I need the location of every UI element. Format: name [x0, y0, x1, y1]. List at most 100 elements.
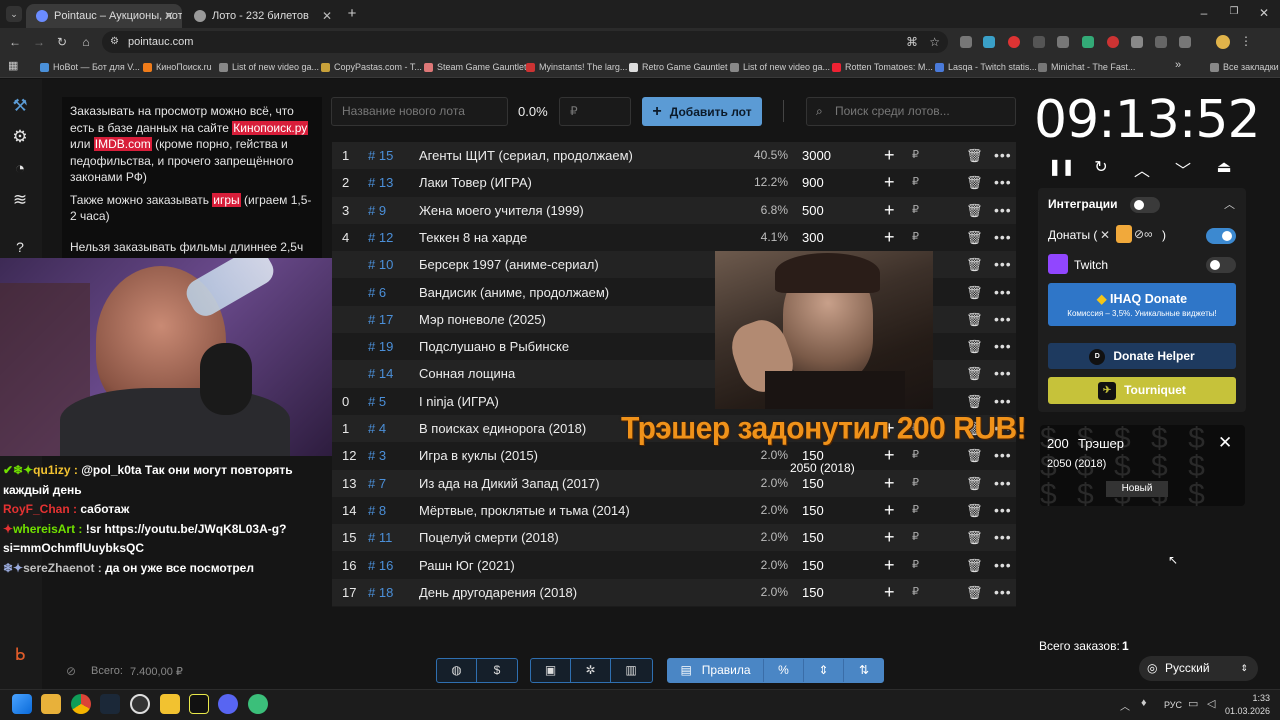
app-icon[interactable]: [248, 694, 268, 714]
tab-loto[interactable]: Лото - 232 билетов ✕: [184, 4, 340, 28]
currency-input[interactable]: ₽: [912, 470, 919, 497]
lot-id[interactable]: # 3: [368, 442, 386, 469]
app-icon[interactable]: [160, 694, 180, 714]
more-options-icon[interactable]: •••: [994, 251, 1012, 278]
currency-input[interactable]: ₽: [912, 197, 919, 224]
currency-input[interactable]: ₽: [912, 497, 919, 524]
lot-amount[interactable]: 300: [802, 224, 824, 251]
lot-title[interactable]: Мёртвые, проклятые и тьма (2014): [419, 497, 630, 524]
lot-title[interactable]: Из ада на Дикий Запад (2017): [419, 470, 600, 497]
currency-input[interactable]: ₽: [912, 579, 919, 606]
lot-id[interactable]: # 8: [368, 497, 386, 524]
lot-amount[interactable]: 150: [802, 497, 824, 524]
lot-title[interactable]: Агенты ЩИТ (сериал, продолжаем): [419, 142, 633, 169]
lot-id[interactable]: # 13: [368, 169, 393, 196]
lot-title[interactable]: Рашн Юг (2021): [419, 552, 515, 579]
delete-icon[interactable]: 🗑: [966, 142, 983, 169]
extension-icon[interactable]: [1008, 36, 1020, 48]
lot-id[interactable]: # 16: [368, 552, 393, 579]
more-options-icon[interactable]: •••: [994, 279, 1012, 306]
lot-row[interactable]: 13 # 7 Из ада на Дикий Запад (2017) 2.0% 150…: [332, 469, 1016, 497]
logo-icon[interactable]: ᖯ: [8, 643, 32, 667]
bookmark-item[interactable]: Retro Game Gauntlet: [629, 60, 728, 74]
lot-title[interactable]: В поисках единорога (2018): [419, 415, 586, 442]
back-icon[interactable]: ←: [8, 35, 22, 49]
lot-id[interactable]: # 18: [368, 579, 393, 606]
delete-icon[interactable]: 🗑: [966, 197, 983, 224]
translate-icon[interactable]: ⌘: [906, 31, 918, 53]
add-amount-icon[interactable]: +: [884, 579, 895, 606]
clock-time[interactable]: 1:33: [1236, 693, 1270, 703]
more-options-icon[interactable]: •••: [994, 306, 1012, 333]
extension-icon[interactable]: [1082, 36, 1094, 48]
percent-toggle-icon[interactable]: %: [764, 659, 804, 682]
bookmarks-overflow-icon[interactable]: »: [1175, 59, 1181, 71]
bookmark-item[interactable]: Steam Game Gauntlet: [424, 60, 527, 74]
imdb-link[interactable]: IMDB.com: [93, 137, 152, 151]
bookmark-item[interactable]: List of new video ga...: [730, 60, 830, 74]
more-options-icon[interactable]: •••: [994, 579, 1012, 606]
close-window-icon[interactable]: ✕: [1256, 6, 1272, 20]
bookmark-star-icon[interactable]: ☆: [929, 31, 940, 53]
add-amount-icon[interactable]: +: [884, 524, 895, 551]
currency-input[interactable]: ₽: [912, 552, 919, 579]
maximize-icon[interactable]: ❐: [1226, 6, 1242, 17]
lot-title[interactable]: Игра в куклы (2015): [419, 442, 538, 469]
donations-toggle[interactable]: [1206, 228, 1236, 244]
all-bookmarks[interactable]: Все закладки: [1210, 60, 1279, 74]
windows-start-icon[interactable]: [12, 694, 32, 714]
new-tab-icon[interactable]: +: [344, 6, 360, 22]
network-icon[interactable]: ▭: [1188, 697, 1198, 710]
chevron-down-icon[interactable]: ﹀: [1171, 157, 1195, 180]
add-amount-icon[interactable]: +: [884, 470, 895, 497]
lot-title[interactable]: Теккен 8 на харде: [419, 224, 527, 251]
auction-hammer-icon[interactable]: ⚒: [8, 94, 32, 118]
lot-id[interactable]: # 12: [368, 224, 393, 251]
bookmark-item[interactable]: CopyPastas.com - T...: [321, 60, 422, 74]
delete-icon[interactable]: 🗑: [966, 251, 983, 278]
currency-input[interactable]: ₽: [912, 524, 919, 551]
lot-id[interactable]: # 15: [368, 142, 393, 169]
lot-amount[interactable]: 3000: [802, 142, 831, 169]
more-options-icon[interactable]: •••: [994, 333, 1012, 360]
bookmark-item[interactable]: Minichat - The Fast...: [1038, 60, 1135, 74]
github-icon[interactable]: ◍: [437, 659, 477, 682]
delete-icon[interactable]: 🗑: [966, 360, 983, 387]
lot-id[interactable]: # 5: [368, 388, 386, 415]
lot-title[interactable]: Мэр поневоле (2025): [419, 306, 546, 333]
tab-pointauc[interactable]: Pointauc – Аукционы, лотереи ✕: [26, 4, 182, 28]
more-options-icon[interactable]: •••: [994, 142, 1012, 169]
delete-icon[interactable]: 🗑: [966, 470, 983, 497]
new-lot-amount-input[interactable]: ₽: [559, 97, 631, 126]
delete-icon[interactable]: 🗑: [966, 497, 983, 524]
lot-title[interactable]: Берсерк 1997 (аниме-сериал): [419, 251, 599, 278]
sort-icon[interactable]: ⇅: [844, 659, 884, 682]
microphone-icon[interactable]: ♦: [1141, 697, 1147, 709]
delete-icon[interactable]: 🗑: [966, 524, 983, 551]
delete-icon[interactable]: 🗑: [966, 333, 983, 360]
extension-icon[interactable]: [1155, 36, 1167, 48]
bookmark-item[interactable]: КиноПоиск.ru: [143, 60, 212, 74]
lot-row[interactable]: 17 # 18 День другодарения (2018) 2.0% 150 + ₽ 🗑…: [332, 578, 1016, 607]
tab-list-icon[interactable]: ⌄: [6, 6, 22, 22]
more-options-icon[interactable]: •••: [994, 360, 1012, 387]
steam-icon[interactable]: [100, 694, 120, 714]
lot-title[interactable]: День другодарения (2018): [419, 579, 577, 606]
minimize-icon[interactable]: –: [1196, 6, 1212, 20]
add-amount-icon[interactable]: +: [884, 224, 895, 251]
tourniquet-button[interactable]: ✈ Tourniquet: [1048, 377, 1236, 404]
bookmark-item[interactable]: List of new video ga...: [219, 60, 319, 74]
add-lot-button[interactable]: + Добавить лот: [642, 97, 762, 126]
delete-icon[interactable]: 🗑: [966, 279, 983, 306]
donate-helper-button[interactable]: D Donate Helper: [1048, 343, 1236, 369]
lot-title[interactable]: Жена моего учителя (1999): [419, 197, 584, 224]
input-language[interactable]: РУС: [1164, 700, 1182, 710]
home-icon[interactable]: ⌂: [79, 35, 93, 49]
currency-input[interactable]: ₽: [912, 142, 919, 169]
lot-amount[interactable]: 500: [802, 197, 824, 224]
more-options-icon[interactable]: •••: [994, 224, 1012, 251]
extension-icon[interactable]: [1057, 36, 1069, 48]
delete-icon[interactable]: 🗑: [966, 579, 983, 606]
chrome-icon[interactable]: [71, 694, 91, 714]
clear-lots-icon[interactable]: ▥: [611, 659, 651, 682]
